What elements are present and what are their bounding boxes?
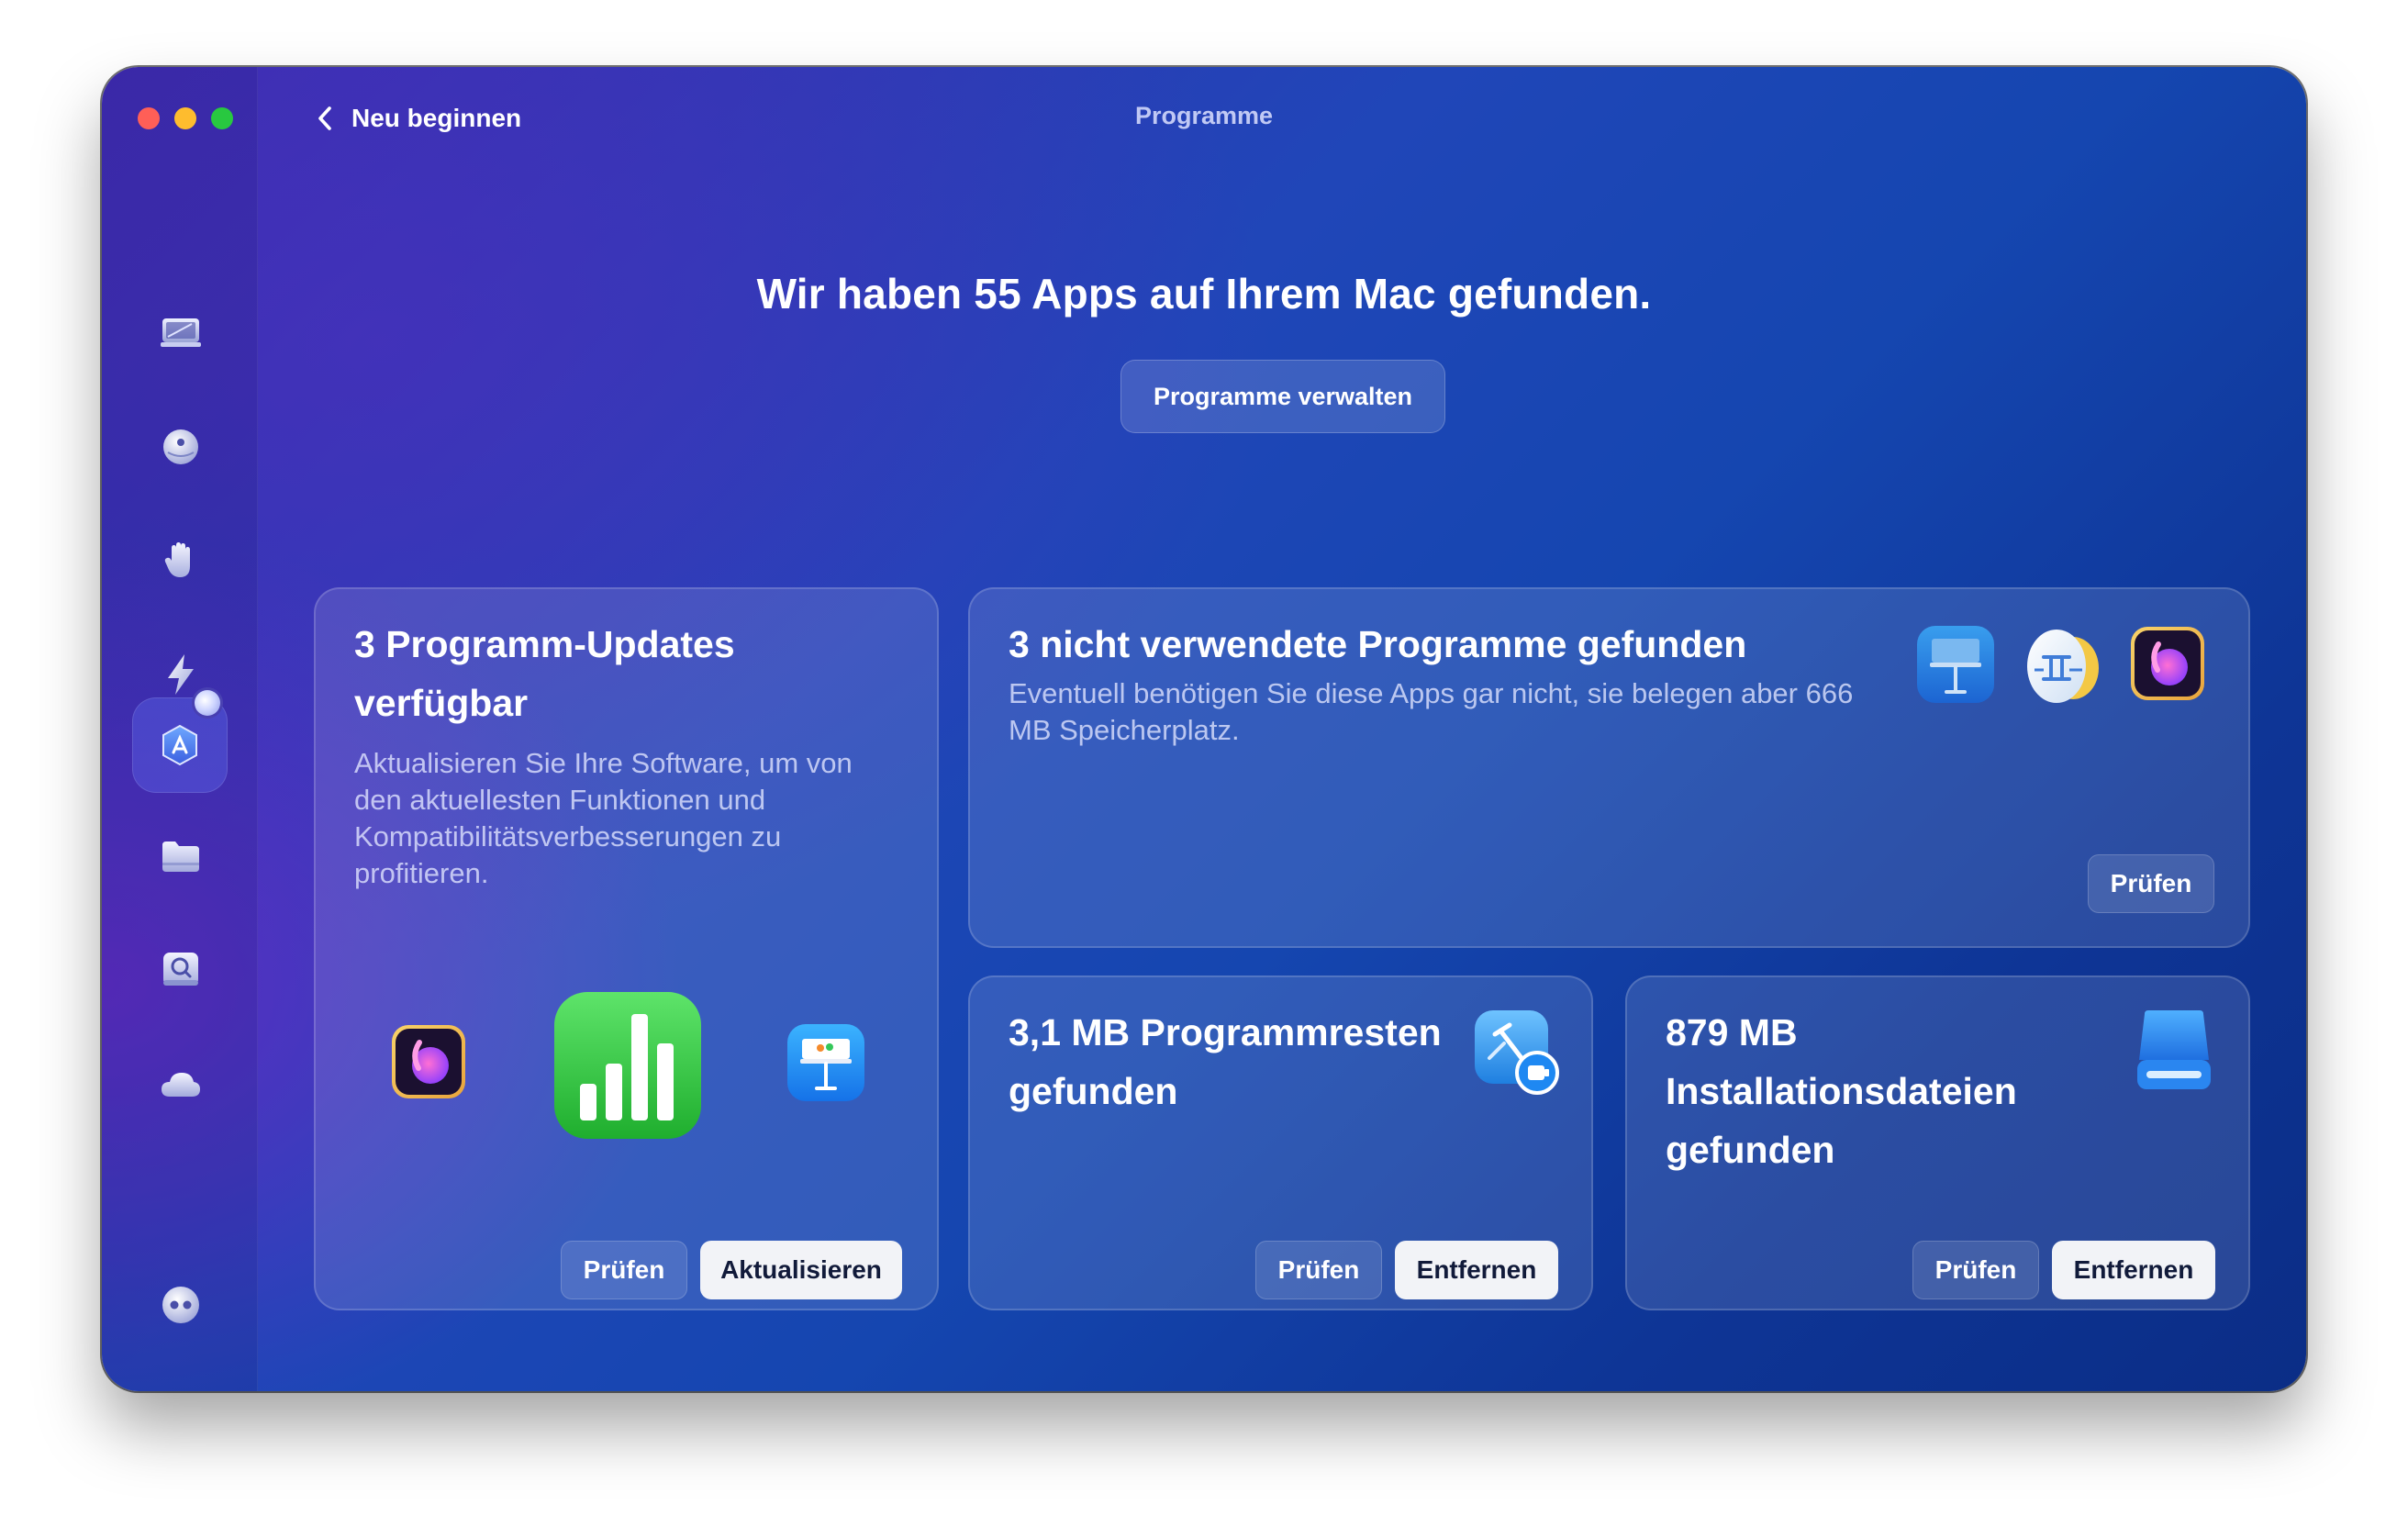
cloud-icon: [162, 1073, 200, 1097]
updates-card-title: 3 Programm-Updates verfügbar: [354, 615, 905, 732]
sidebar-item-my-clutter[interactable]: [157, 832, 205, 880]
unused-review-button[interactable]: Prüfen: [2088, 854, 2214, 913]
updates-title-line1: 3 Programm-Updates: [354, 623, 735, 665]
sidebar-item-cleanup[interactable]: [157, 423, 205, 471]
leftovers-review-button[interactable]: Prüfen: [1255, 1241, 1382, 1299]
magnifier-icon: [163, 953, 198, 986]
installers-card-title: 879 MB Installationsdateien gefunden: [1666, 1003, 2143, 1179]
monitor-icon: [161, 318, 201, 347]
sidebar-item-cloud-cleanup[interactable]: [157, 1060, 205, 1108]
leftovers-title-line1: 3,1 MB Programmresten: [1009, 1011, 1442, 1053]
folder-icon: [162, 842, 199, 872]
numbers-icon: [552, 990, 703, 1145]
updates-card: 3 Programm-Updates verfügbar Aktualisier…: [314, 587, 939, 1310]
app-store-icon: [156, 721, 204, 769]
sidebar-item-space-lens[interactable]: [157, 946, 205, 994]
hand-icon: [164, 542, 190, 577]
disk-icon: [163, 429, 198, 464]
unused-card-title: 3 nicht verwendete Programme gefunden: [1009, 623, 1747, 665]
remove-installers-button[interactable]: Entfernen: [2052, 1241, 2215, 1299]
keynote-icon: [1915, 624, 1996, 709]
photo-app-icon: [389, 1022, 468, 1106]
sidebar-item-assistant[interactable]: [157, 1281, 205, 1329]
installers-review-button[interactable]: Prüfen: [1912, 1241, 2039, 1299]
keynote-icon: [786, 1022, 866, 1108]
leftovers-title-line2: gefunden: [1009, 1070, 1178, 1112]
page-headline: Wir haben 55 Apps auf Ihrem Mac gefunden…: [756, 270, 1652, 318]
notification-dot: [192, 687, 223, 719]
update-apps-button[interactable]: Aktualisieren: [700, 1241, 902, 1299]
unused-apps-card: 3 nicht verwendete Programme gefunden Ev…: [968, 587, 2250, 948]
installers-title-line2: Installationsdateien: [1666, 1070, 2017, 1112]
assistant-icon: [162, 1287, 199, 1323]
sidebar-item-protection[interactable]: [157, 537, 205, 585]
lightning-icon: [168, 654, 194, 695]
window-title: Programme: [1134, 102, 1274, 129]
photo-app-icon: [2128, 624, 2207, 708]
gemini-icon: [2018, 620, 2106, 713]
updates-title-line2: verfügbar: [354, 682, 529, 724]
installers-title-line1: 879 MB: [1666, 1011, 1798, 1053]
xcode-plugin-icon: [1471, 1007, 1563, 1103]
app-window: Neu beginnen Programme Wir haben 55 Apps…: [102, 67, 2306, 1391]
updates-review-button[interactable]: Prüfen: [561, 1241, 687, 1299]
leftovers-card-title: 3,1 MB Programmresten gefunden: [1009, 1003, 1486, 1120]
manage-apps-button[interactable]: Programme verwalten: [1120, 360, 1445, 433]
remove-leftovers-button[interactable]: Entfernen: [1395, 1241, 1558, 1299]
leftovers-card: 3,1 MB Programmresten gefunden Prüfen En…: [968, 975, 1593, 1310]
installers-title-line3: gefunden: [1666, 1129, 1835, 1171]
unused-card-description: Eventuell benötigen Sie diese Apps gar n…: [1009, 677, 1854, 746]
updates-card-description: Aktualisieren Sie Ihre Software, um von …: [354, 747, 853, 889]
installers-card: 879 MB Installationsdateien gefunden Prü…: [1625, 975, 2250, 1310]
drive-icon: [2132, 1007, 2216, 1103]
